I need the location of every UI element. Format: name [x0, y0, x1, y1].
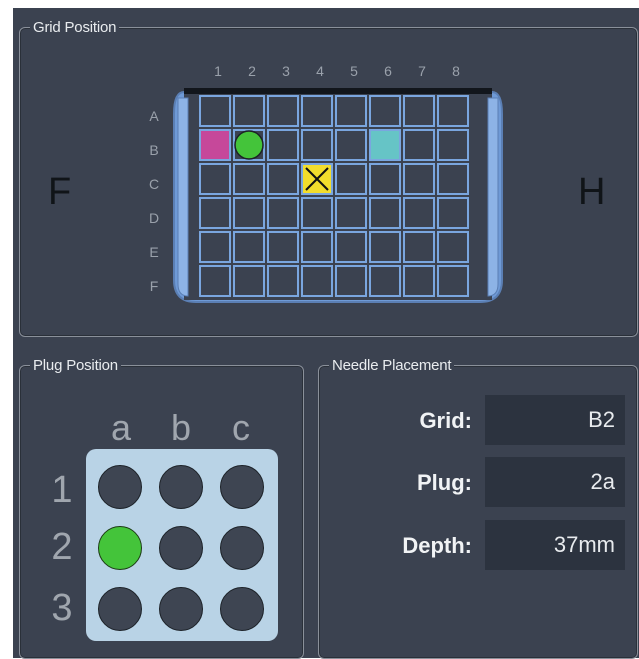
grid-cell-E3[interactable]	[267, 231, 299, 263]
grid-cell-D6[interactable]	[369, 197, 401, 229]
grid-cell-E5[interactable]	[335, 231, 367, 263]
grid-cell-D1[interactable]	[199, 197, 231, 229]
grid-cell-E6[interactable]	[369, 231, 401, 263]
grid-cell-F4[interactable]	[301, 265, 333, 297]
grid-column-label: 7	[418, 63, 426, 79]
plug-hole-3a[interactable]	[98, 587, 142, 631]
grid-cell-F2[interactable]	[233, 265, 265, 297]
grid-column-label: 3	[282, 63, 290, 79]
grid-row-label: D	[148, 210, 160, 226]
grid-cell-A3[interactable]	[267, 95, 299, 127]
grid-left-label: F	[48, 171, 72, 213]
grid-cell-A7[interactable]	[403, 95, 435, 127]
grid-cell-D7[interactable]	[403, 197, 435, 229]
grid-cell-E1[interactable]	[199, 231, 231, 263]
plug-hole-2b[interactable]	[159, 526, 203, 570]
grid-cell-E8[interactable]	[437, 231, 469, 263]
grid-marker-B6	[371, 131, 399, 159]
grid-column-label: 1	[214, 63, 222, 79]
plug-hole-1b[interactable]	[159, 465, 203, 509]
grid-cell-B5[interactable]	[335, 129, 367, 161]
plug-row-label: 1	[51, 469, 73, 511]
grid-cell-A6[interactable]	[369, 95, 401, 127]
plug-row-label: 3	[51, 587, 73, 629]
grid-label: Grid:	[419, 408, 472, 433]
grid-row-label: C	[148, 176, 160, 192]
grid-cell-B4[interactable]	[301, 129, 333, 161]
plug-hole-1c[interactable]	[220, 465, 264, 509]
grid-cell-E7[interactable]	[403, 231, 435, 263]
grid-position-title: Grid Position	[30, 19, 120, 37]
grid-marker-B1	[201, 131, 229, 159]
grid-cell-C5[interactable]	[335, 163, 367, 195]
grid-cell-F6[interactable]	[369, 265, 401, 297]
grid-cell-C1[interactable]	[199, 163, 231, 195]
grid-cell-A4[interactable]	[301, 95, 333, 127]
grid-cell-E4[interactable]	[301, 231, 333, 263]
grid-value-field[interactable]: B2	[485, 395, 625, 445]
plug-panel	[86, 449, 278, 641]
grid-column-label: 2	[248, 63, 256, 79]
grid-cell-C7[interactable]	[403, 163, 435, 195]
plug-column-label: c	[232, 407, 250, 448]
grid-cell-B7[interactable]	[403, 129, 435, 161]
grid-cell-B8[interactable]	[437, 129, 469, 161]
plug-row-label: 2	[51, 526, 73, 568]
grid-column-label: 5	[350, 63, 358, 79]
plug-value-field[interactable]: 2a	[485, 457, 625, 507]
grid-cell-C3[interactable]	[267, 163, 299, 195]
grid-cell-A2[interactable]	[233, 95, 265, 127]
plug-hole-1a[interactable]	[98, 465, 142, 509]
grid-cell-F3[interactable]	[267, 265, 299, 297]
grid-marker-B2	[234, 130, 264, 160]
needle-placement-title: Needle Placement	[329, 357, 455, 375]
grid-cell-F7[interactable]	[403, 265, 435, 297]
grid-cell-A8[interactable]	[437, 95, 469, 127]
grid-right-label: H	[578, 171, 606, 213]
plug-column-label: a	[110, 407, 132, 448]
grid-cell-E2[interactable]	[233, 231, 265, 263]
grid-cell-F5[interactable]	[335, 265, 367, 297]
grid-cell-D5[interactable]	[335, 197, 367, 229]
grid-cell-B3[interactable]	[267, 129, 299, 161]
depth-value-field[interactable]: 37mm	[485, 520, 625, 570]
grid-column-label: 4	[316, 63, 324, 79]
grid-row-label: E	[149, 244, 159, 260]
depth-label: Depth:	[402, 533, 472, 558]
grid-marker-C4	[303, 165, 331, 193]
grid-row-label: B	[149, 142, 159, 158]
grid-column-label: 8	[452, 63, 460, 79]
grid-column-label: 6	[384, 63, 392, 79]
plug-hole-2a[interactable]	[98, 526, 142, 570]
plug-label: Plug:	[417, 470, 472, 495]
grid-cell-C6[interactable]	[369, 163, 401, 195]
plug-position-title: Plug Position	[30, 357, 121, 375]
grid-cell-D3[interactable]	[267, 197, 299, 229]
plug-hole-3c[interactable]	[220, 587, 264, 631]
plug-hole-2c[interactable]	[220, 526, 264, 570]
grid-cell-C8[interactable]	[437, 163, 469, 195]
plug-column-label: b	[170, 407, 192, 448]
grid-cell-D4[interactable]	[301, 197, 333, 229]
grid-cell-F8[interactable]	[437, 265, 469, 297]
grid-row-label: F	[149, 278, 159, 294]
grid-tray	[173, 88, 503, 303]
grid-cell-C2[interactable]	[233, 163, 265, 195]
grid-row-label: A	[149, 108, 159, 124]
grid-cell-A5[interactable]	[335, 95, 367, 127]
grid-cell-A1[interactable]	[199, 95, 231, 127]
plug-hole-3b[interactable]	[159, 587, 203, 631]
grid-cell-D2[interactable]	[233, 197, 265, 229]
grid-cell-D8[interactable]	[437, 197, 469, 229]
grid-cell-F1[interactable]	[199, 265, 231, 297]
